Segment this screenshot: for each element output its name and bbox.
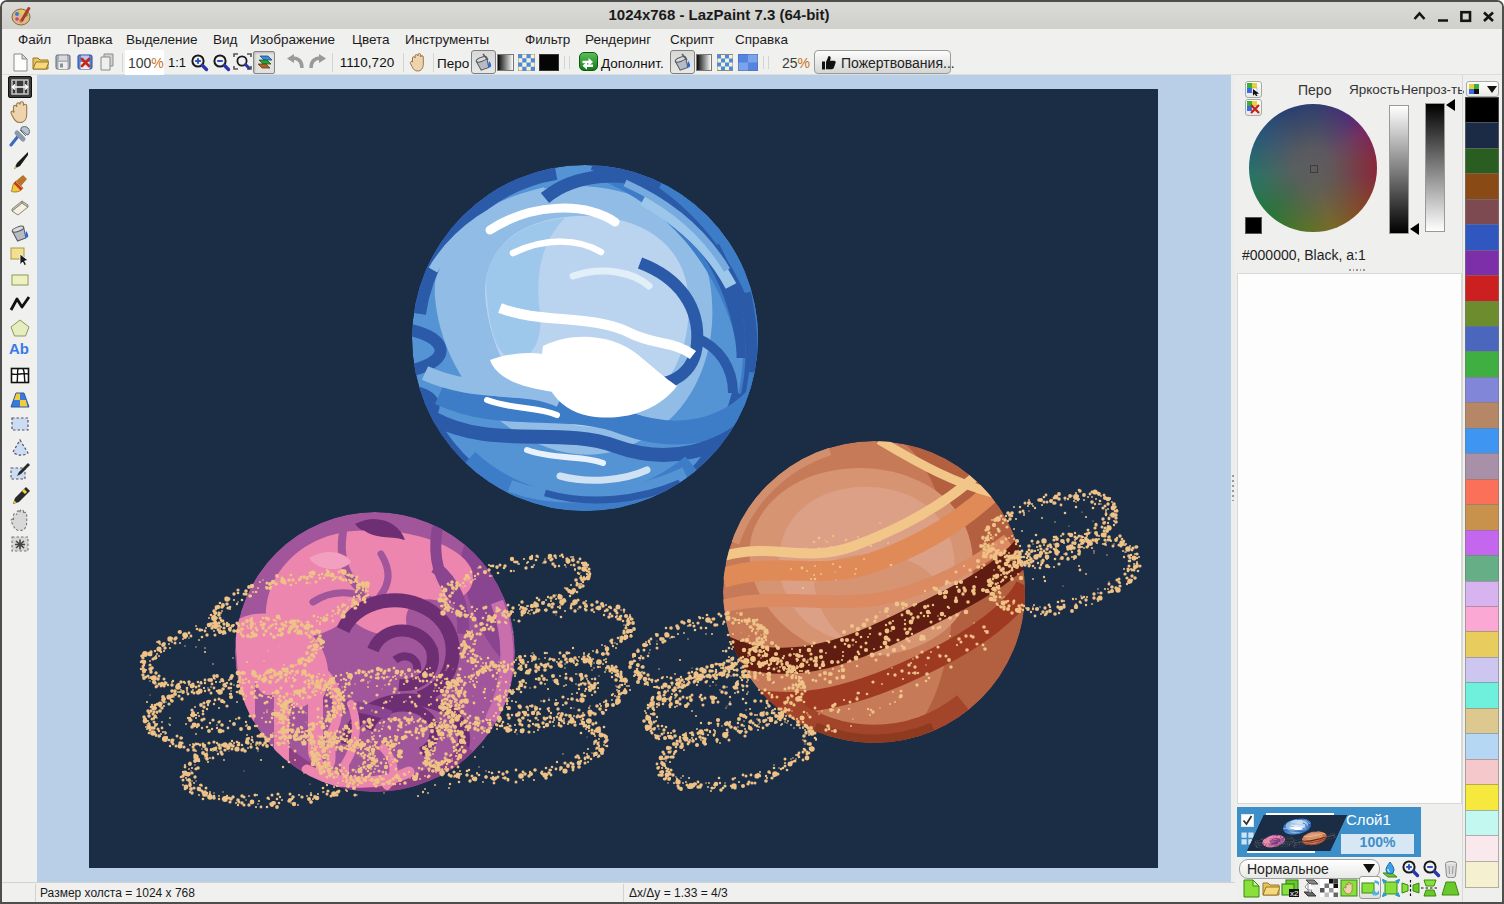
svg-text:x2: x2 xyxy=(1290,889,1299,898)
